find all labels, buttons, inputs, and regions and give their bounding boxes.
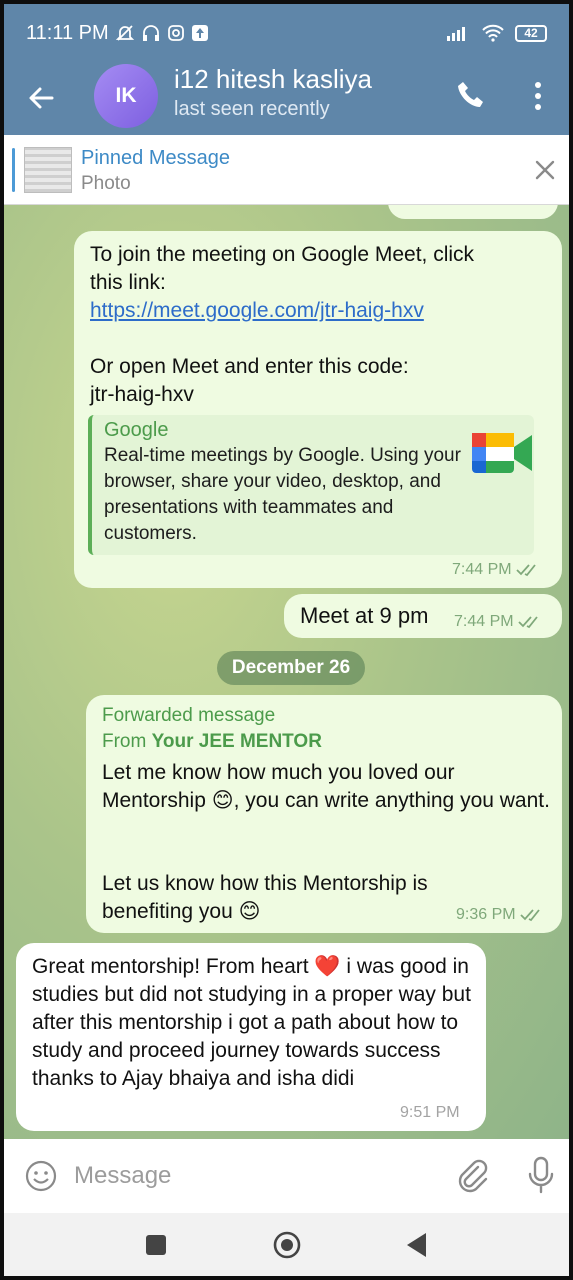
mute-icon [115, 25, 134, 41]
phone-frame: 11:11 PM 42 IK i12 hitesh kasliya last s… [0, 0, 573, 1280]
message-text: To join the meeting on Google Meet, clic… [90, 243, 475, 266]
message-text: Let us know how this Mentorship is benef… [102, 872, 428, 923]
link-preview-site: Google [104, 419, 169, 441]
headphones-icon [142, 25, 159, 41]
pinned-message-bar[interactable]: Pinned Message Photo [4, 135, 569, 205]
status-right: 42 [445, 24, 547, 42]
status-icons [115, 23, 209, 43]
double-check-icon [517, 616, 538, 629]
message-bubble-forwarded[interactable]: Forwarded message From Your JEE MENTOR L… [86, 695, 562, 933]
recent-apps-button[interactable] [146, 1235, 166, 1255]
message-text: Let me know how much you loved our Mento… [102, 761, 550, 812]
message-input-bar [4, 1139, 569, 1213]
message-time: 9:51 PM [400, 1104, 460, 1121]
system-navigation-bar [4, 1213, 569, 1276]
last-seen-status: last seen recently [174, 98, 330, 120]
message-meta: 9:36 PM [456, 906, 544, 924]
pinned-subtitle: Photo [81, 173, 131, 194]
message-text: Meet at 9 pm [300, 603, 429, 628]
forwarded-label: Forwarded message [102, 705, 276, 726]
double-check-icon [519, 909, 540, 922]
link-preview-description: Real-time meetings by Google. Using your… [104, 445, 461, 544]
message-text: jtr-haig-hxv [90, 383, 194, 406]
message-bubble-meet-time[interactable]: Meet at 9 pm 7:44 PM [284, 594, 562, 638]
upload-icon [191, 25, 208, 41]
message-time: 9:36 PM [456, 906, 516, 923]
message-text: Great mentorship! From heart ❤️ i was go… [32, 955, 471, 1090]
pinned-indicator [12, 148, 15, 192]
link-preview[interactable]: Google Real-time meetings by Google. Usi… [88, 415, 534, 555]
forwarded-from-prefix: From [102, 731, 152, 752]
more-options-icon[interactable] [526, 78, 550, 114]
message-bubble-partial[interactable] [388, 205, 558, 219]
chat-header: IK i12 hitesh kasliya last seen recently [4, 62, 569, 135]
date-separator: December 26 [217, 651, 365, 685]
message-text: Or open Meet and enter this code: [90, 355, 409, 378]
instagram-icon [167, 25, 184, 41]
message-input[interactable] [74, 1157, 434, 1195]
double-check-icon [515, 564, 536, 577]
phone-call-icon[interactable] [454, 78, 488, 112]
back-button[interactable] [404, 1231, 430, 1259]
attach-icon[interactable] [454, 1157, 490, 1195]
contact-name[interactable]: i12 hitesh kasliya [174, 64, 372, 95]
home-button[interactable] [272, 1230, 302, 1260]
meet-link[interactable]: https://meet.google.com/jtr-haig-hxv [90, 297, 424, 325]
message-time: 7:44 PM [454, 613, 514, 630]
emoji-icon[interactable] [24, 1159, 58, 1193]
message-text: this link: [90, 271, 166, 294]
message-meta: 7:44 PM [452, 561, 540, 579]
signal-icon [447, 27, 465, 41]
forwarded-source[interactable]: Your JEE MENTOR [152, 731, 322, 752]
back-arrow-icon[interactable] [24, 80, 60, 116]
wifi-icon [482, 24, 504, 42]
close-icon[interactable] [532, 157, 558, 183]
battery-icon: 42 [515, 24, 547, 42]
message-bubble-incoming[interactable]: Great mentorship! From heart ❤️ i was go… [16, 943, 486, 1131]
pinned-photo-thumbnail [24, 147, 72, 193]
message-meta: 7:44 PM [454, 613, 542, 631]
status-time: 11:11 PM [26, 21, 109, 44]
status-bar: 11:11 PM 42 [4, 4, 569, 62]
microphone-icon[interactable] [526, 1155, 556, 1195]
chat-area[interactable]: To join the meeting on Google Meet, clic… [4, 205, 569, 1139]
message-bubble-meet-link[interactable]: To join the meeting on Google Meet, clic… [74, 231, 562, 588]
message-time: 7:44 PM [452, 561, 512, 578]
pinned-title: Pinned Message [81, 147, 230, 169]
forwarded-from[interactable]: From Your JEE MENTOR [102, 731, 322, 753]
avatar[interactable]: IK [94, 64, 158, 128]
google-meet-logo-icon [472, 433, 532, 473]
message-meta: 9:51 PM [400, 1104, 460, 1122]
